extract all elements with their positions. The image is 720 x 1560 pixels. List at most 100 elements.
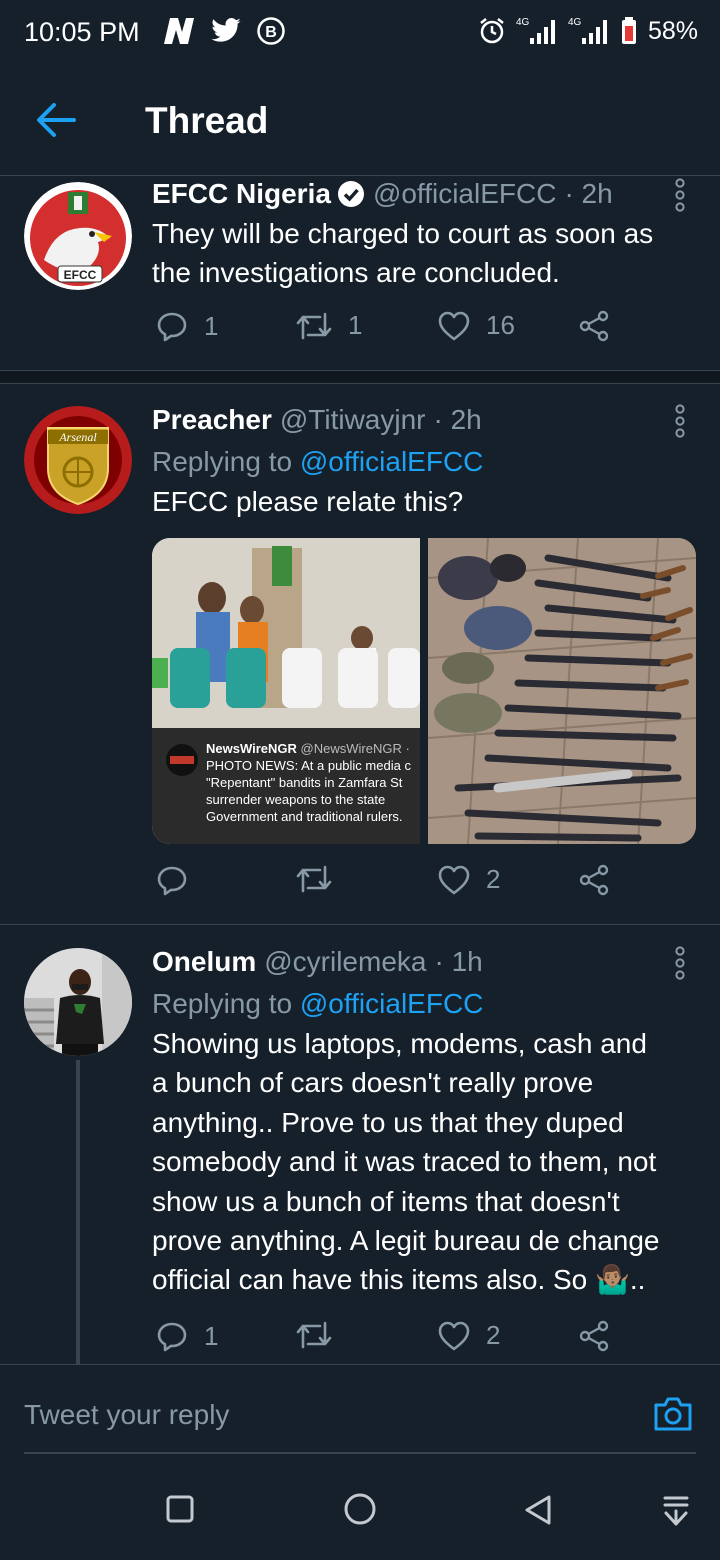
tweet-actions: 1 2 — [152, 1320, 632, 1360]
avatar[interactable]: Arsenal — [24, 406, 132, 514]
share-button[interactable] — [578, 1320, 610, 1352]
tweet-text-line: a bunch of cars doesn't really prove — [152, 1067, 594, 1099]
tweet-author-row: Onelum @cyrilemeka · 1h — [152, 944, 696, 980]
replying-mention-link[interactable]: @officialEFCC — [300, 446, 484, 477]
more-options-icon[interactable] — [674, 404, 686, 438]
tweet-author-row: EFCC Nigeria @officialEFCC · 2h — [152, 176, 696, 212]
tweet-text-line: Showing us laptops, modems, cash and — [152, 1028, 647, 1059]
retweet-button[interactable]: 1 — [296, 310, 362, 341]
page-title: Thread — [145, 100, 269, 141]
like-count: 2 — [486, 1320, 501, 1350]
like-count: 2 — [486, 864, 501, 894]
n-icon — [164, 18, 194, 44]
embedded-author-name: NewsWireNGR — [206, 741, 297, 756]
embedded-text-line: surrender weapons to the state — [206, 792, 386, 807]
battery-percentage: 58% — [647, 16, 698, 45]
tweet-preacher[interactable]: Arsenal Preacher @Titiwayjnr · 2h Replyi… — [0, 402, 720, 922]
heart-icon — [438, 311, 470, 340]
divider — [0, 924, 720, 925]
embedded-text-line: "Repentant" bandits in Zamfara St — [206, 775, 403, 790]
tweet-author-row: Preacher @Titiwayjnr · 2h — [152, 402, 696, 438]
back-arrow-icon[interactable] — [34, 100, 78, 140]
svg-text:B: B — [265, 24, 277, 41]
tweet-actions: 2 — [152, 864, 632, 904]
reply-button[interactable]: 1 — [156, 1320, 218, 1352]
share-icon — [579, 1320, 609, 1352]
tweet-onelum[interactable]: Onelum @cyrilemeka · 1h Replying to @off… — [0, 944, 720, 1364]
share-icon — [579, 864, 609, 896]
home-icon[interactable] — [343, 1492, 377, 1526]
reply-button[interactable] — [156, 864, 204, 896]
thread-header: Thread — [0, 64, 720, 176]
tweet-text-line: somebody and it was traced to them, not — [152, 1146, 657, 1178]
avatar[interactable]: EFCC — [24, 182, 132, 290]
composer-underline — [24, 1452, 696, 1454]
reply-count: 1 — [204, 1320, 219, 1351]
user-handle[interactable]: @Titiwayjnr — [280, 404, 426, 436]
tweet-text: EFCC please relate this? — [152, 486, 464, 517]
thread-connector-line — [76, 1060, 80, 1364]
retweet-button[interactable] — [296, 1320, 348, 1350]
share-icon — [579, 310, 609, 342]
reply-count: 1 — [204, 310, 219, 341]
tweet-text-line: anything.. Prove to us that they duped — [152, 1106, 624, 1138]
replying-mention-link[interactable]: @officialEFCC — [300, 988, 484, 1019]
user-handle[interactable]: @cyrilemeka — [264, 946, 426, 978]
svg-text:4G: 4G — [516, 17, 530, 28]
b-circle-icon: B — [257, 17, 285, 45]
tweet-text-line: prove anything. A legit bureau de change — [152, 1225, 660, 1257]
display-name[interactable]: EFCC Nigeria — [152, 178, 331, 210]
system-status-icons: 4G 4G 58% — [478, 16, 698, 46]
more-options-icon[interactable] — [674, 178, 686, 212]
user-handle[interactable]: @officialEFCC — [373, 178, 557, 210]
share-button[interactable] — [578, 864, 610, 896]
replying-label: Replying to — [152, 988, 293, 1019]
signal-4g-icon: 4G — [516, 17, 555, 44]
back-triangle-icon[interactable] — [523, 1494, 553, 1526]
replying-to: Replying to @officialEFCC — [152, 446, 696, 478]
tweet-text: Showing us laptops, modems, cash and a b… — [152, 1024, 696, 1300]
like-button[interactable]: 16 — [438, 310, 515, 341]
alarm-icon — [480, 18, 504, 44]
media-grid: NewsWireNGR @NewsWireNGR · PHOTO NEWS: A… — [152, 538, 696, 844]
heart-icon — [438, 865, 470, 894]
embedded-tweet-card: NewsWireNGR @NewsWireNGR · PHOTO NEWS: A… — [206, 740, 420, 825]
tweet-time: · 2h — [433, 404, 482, 435]
reply-icon — [157, 312, 187, 342]
signal-4g-icon: 4G — [568, 17, 607, 44]
notification-pulldown-icon[interactable] — [662, 1494, 690, 1526]
svg-text:4G: 4G — [568, 17, 582, 28]
tweet-actions: 1 1 16 — [152, 310, 632, 350]
retweet-count: 1 — [348, 310, 363, 340]
like-button[interactable]: 2 — [438, 864, 500, 895]
media-photo-weapons[interactable] — [428, 538, 696, 844]
like-button[interactable]: 2 — [438, 1320, 500, 1351]
share-button[interactable] — [578, 310, 610, 342]
tweet-efcc[interactable]: EFCC EFCC Nigeria @officialEFCC · 2h The… — [0, 176, 720, 370]
heart-icon — [438, 1321, 470, 1350]
retweet-button[interactable] — [296, 864, 348, 894]
recent-apps-icon[interactable] — [165, 1494, 195, 1524]
more-options-icon[interactable] — [674, 946, 686, 980]
reply-icon — [157, 866, 187, 896]
display-name[interactable]: Preacher — [152, 404, 272, 436]
retweet-icon — [296, 865, 332, 893]
divider — [0, 383, 720, 384]
tweet-time: · 2h — [564, 178, 613, 209]
media-photo-screenshot[interactable]: NewsWireNGR @NewsWireNGR · PHOTO NEWS: A… — [152, 538, 420, 844]
avatar-logo-text: EFCC — [64, 268, 97, 282]
tweet-text-line: official can have this items also. So 🤷🏽… — [152, 1264, 646, 1296]
tweet-reply-input[interactable]: Tweet your reply — [24, 1399, 229, 1431]
retweet-icon — [296, 312, 332, 339]
avatar[interactable] — [24, 948, 132, 1056]
battery-icon — [621, 17, 636, 44]
reply-button[interactable]: 1 — [156, 310, 218, 342]
tweet-text: They will be charged to court as soon as… — [152, 218, 654, 289]
embedded-text-line: Government and traditional rulers. — [206, 809, 403, 824]
camera-icon[interactable] — [652, 1393, 694, 1435]
status-time: 10:05 PM — [24, 17, 140, 47]
embedded-author-handle: @NewsWireNGR · — [300, 741, 410, 756]
display-name[interactable]: Onelum — [152, 946, 256, 978]
replying-label: Replying to — [152, 446, 293, 477]
twitter-bird-icon — [211, 18, 241, 42]
